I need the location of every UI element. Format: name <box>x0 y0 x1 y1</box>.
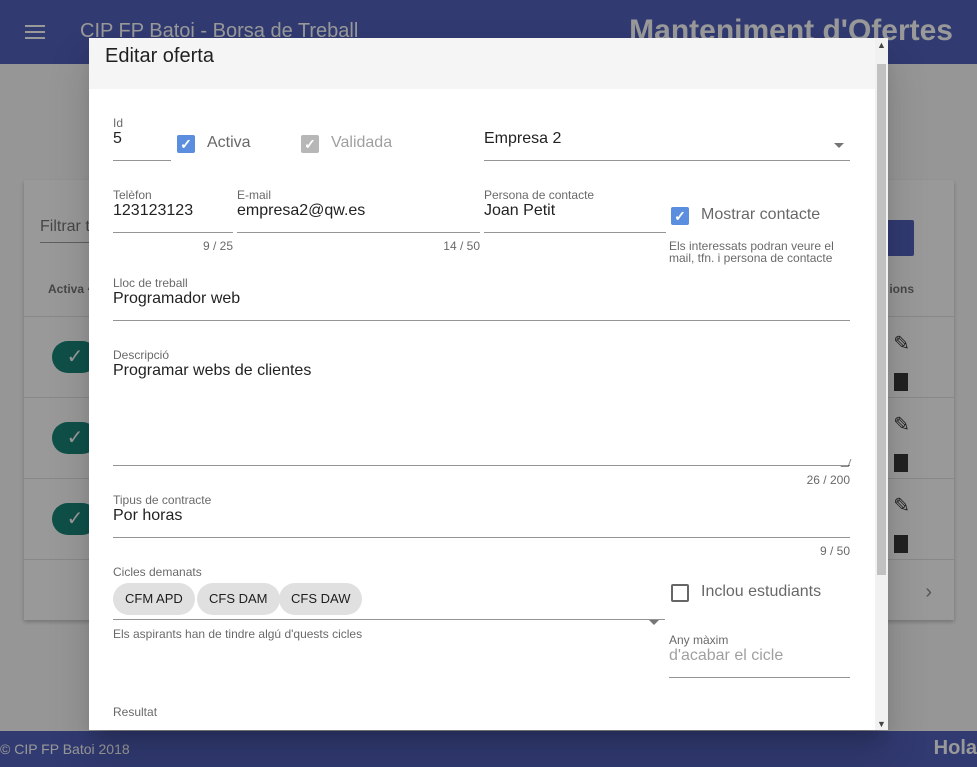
scroll-thumb[interactable] <box>877 64 886 575</box>
id-label: Id <box>113 116 124 130</box>
edit-offer-dialog: Editar oferta Id 5 ✓ Activa ✓ Validada E… <box>89 38 888 730</box>
contacte-underline <box>484 232 666 233</box>
any-maxim-underline <box>669 677 850 678</box>
contacte-label: Persona de contacte <box>484 188 595 202</box>
checkbox-checked-icon: ✓ <box>177 135 195 153</box>
validada-label: Validada <box>331 134 393 151</box>
mostrar-contacte-label: Mostrar contacte <box>701 206 821 223</box>
activa-label: Activa <box>207 134 251 151</box>
telefon-value[interactable]: 123123123 <box>113 202 193 220</box>
descripcio-value[interactable]: Programar webs de clientes <box>113 362 311 380</box>
activa-checkbox[interactable]: ✓ Activa <box>177 132 287 156</box>
dialog-title: Editar oferta <box>105 45 214 67</box>
dialog-header: Editar oferta <box>89 38 875 89</box>
any-maxim-field[interactable]: Any màxim d'acabar el cicle <box>669 633 850 679</box>
checkbox-checked-icon: ✓ <box>671 207 689 225</box>
empresa-select[interactable]: Empresa 2 <box>484 116 850 162</box>
chevron-down-icon[interactable] <box>834 143 844 148</box>
scroll-up-icon[interactable]: ▲ <box>877 40 886 50</box>
cicles-underline <box>113 619 665 620</box>
telefon-field[interactable]: Telèfon 123123123 9 / 25 <box>113 188 233 258</box>
email-counter: 14 / 50 <box>443 239 480 253</box>
email-field[interactable]: E-mail empresa2@qw.es 14 / 50 <box>237 188 480 258</box>
id-underline <box>113 160 171 161</box>
inclou-estudiants-label: Inclou estudiants <box>701 583 822 600</box>
resultat-label: Resultat <box>113 705 158 719</box>
chip-cicle[interactable]: CFS DAM <box>197 583 280 615</box>
checkbox-unchecked-icon <box>671 584 689 602</box>
resultat-field[interactable]: Resultat <box>113 705 850 730</box>
lloc-label: Lloc de treball <box>113 276 188 290</box>
checkbox-checked-icon: ✓ <box>301 135 319 153</box>
mostrar-contacte-hint: Els interessats podran veure el mail, tf… <box>669 239 834 265</box>
email-underline <box>237 232 480 233</box>
contracte-field[interactable]: Tipus de contracte Por horas 9 / 50 <box>113 493 850 563</box>
id-field[interactable]: Id 5 <box>113 116 171 162</box>
contracte-value[interactable]: Por horas <box>113 507 182 525</box>
contracte-counter: 9 / 50 <box>819 544 850 558</box>
chip-cicle[interactable]: CFS DAW <box>279 583 363 615</box>
descripcio-label: Descripció <box>113 348 170 362</box>
email-value[interactable]: empresa2@qw.es <box>237 202 365 220</box>
descripcio-underline <box>113 465 850 466</box>
cicles-label: Cicles demanats <box>113 565 202 579</box>
contacte-value[interactable]: Joan Petit <box>484 202 555 220</box>
mostrar-contacte-checkbox[interactable]: ✓ Mostrar contacte <box>671 204 851 228</box>
email-label: E-mail <box>237 188 272 202</box>
cicles-select[interactable]: Cicles demanats Els aspirants han de tin… <box>113 565 665 645</box>
telefon-counter: 9 / 25 <box>202 239 233 253</box>
inclou-estudiants-checkbox[interactable]: Inclou estudiants <box>671 581 851 605</box>
empresa-value[interactable]: Empresa 2 <box>484 130 561 148</box>
lloc-field[interactable]: Lloc de treball Programador web <box>113 276 850 322</box>
contacte-field[interactable]: Persona de contacte Joan Petit <box>484 188 666 234</box>
any-maxim-label: Any màxim <box>669 633 729 647</box>
lloc-underline <box>113 320 850 321</box>
chip-cicle[interactable]: CFM APD <box>113 583 195 615</box>
cicles-hint: Els aspirants han de tindre algú d'quest… <box>113 627 363 641</box>
scroll-down-icon[interactable]: ▼ <box>877 719 886 729</box>
any-maxim-placeholder[interactable]: d'acabar el cicle <box>669 647 783 665</box>
dialog-scrollbar[interactable]: ▲ ▼ <box>875 38 888 730</box>
descripcio-textarea[interactable]: Descripció Programar webs de clientes 26… <box>113 348 852 488</box>
descripcio-counter: 26 / 200 <box>806 473 850 487</box>
empresa-underline <box>484 160 850 161</box>
lloc-value[interactable]: Programador web <box>113 290 240 308</box>
telefon-label: Telèfon <box>113 188 152 202</box>
validada-checkbox[interactable]: ✓ Validada <box>301 132 431 156</box>
contracte-underline <box>113 537 850 538</box>
telefon-underline <box>113 232 233 233</box>
chevron-down-icon[interactable] <box>649 620 659 625</box>
contracte-label: Tipus de contracte <box>113 493 212 507</box>
id-value[interactable]: 5 <box>113 130 122 148</box>
